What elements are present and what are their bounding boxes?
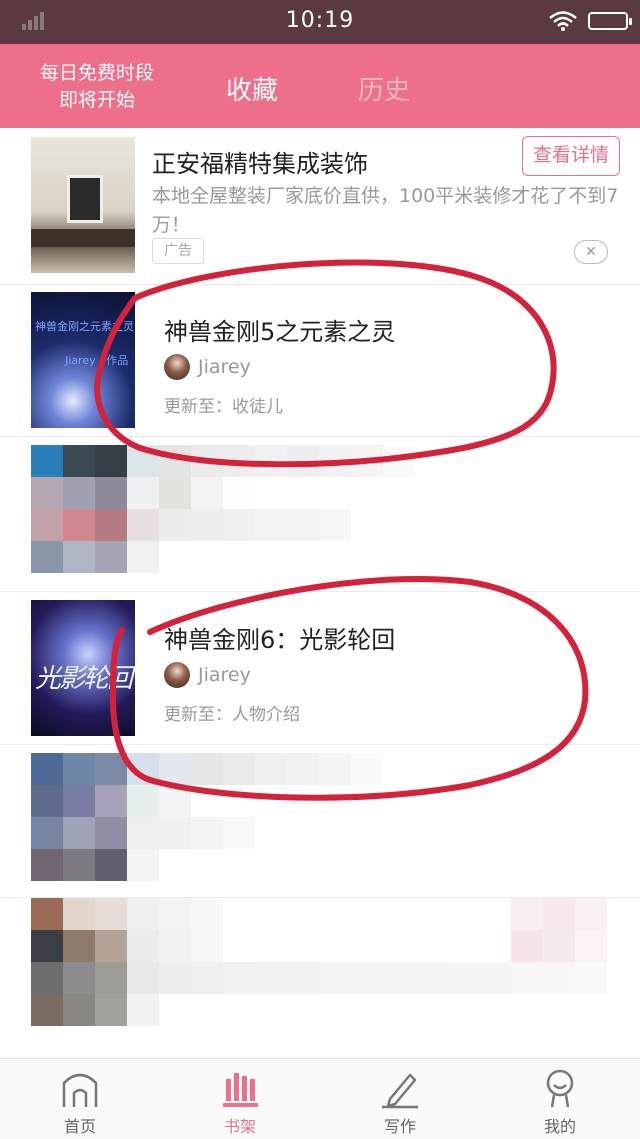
nav-label: 首页 [63, 1117, 96, 1136]
book-cover: 光影轮回 [31, 600, 135, 736]
promo-line-2: 即将开始 [58, 89, 135, 111]
author-name: Jiarey [198, 664, 251, 686]
book-title: 神兽金刚6：光影轮回 [164, 626, 396, 654]
nav-profile[interactable]: 我的 [480, 1059, 640, 1139]
blurred-book-item[interactable] [0, 898, 640, 1056]
cover-text: 光影轮回 [35, 664, 133, 694]
author-name: Jiarey [198, 356, 251, 378]
cover-text: 神兽金刚之元素之灵 [35, 320, 134, 333]
profile-icon [546, 1069, 574, 1108]
home-icon [62, 1073, 98, 1107]
cover-author-text: Jiarey / 作品 [65, 354, 129, 367]
update-status: 更新至：人物介绍 [164, 705, 300, 725]
wifi-icon [549, 11, 577, 31]
blurred-book-item[interactable] [0, 437, 640, 592]
avatar [164, 662, 190, 688]
ad-title: 正安福精特集成装饰 [152, 150, 368, 178]
blurred-content [31, 445, 415, 573]
blurred-content [31, 898, 607, 1026]
book-item[interactable]: 神兽金刚之元素之灵 Jiarey / 作品 神兽金刚5之元素之灵 Jiarey … [0, 284, 640, 437]
bottom-navigation: 首页 书架 写作 我的 [0, 1058, 640, 1139]
nav-bookshelf[interactable]: 书架 [160, 1059, 320, 1139]
nav-label: 书架 [223, 1117, 256, 1136]
header-bar: 每日免费时段 即将开始 收藏 历史 [0, 44, 640, 128]
update-status: 更新至：收徒儿 [164, 397, 283, 417]
book-author: Jiarey [164, 354, 251, 380]
blurred-content [31, 753, 415, 881]
blurred-book-item[interactable] [0, 745, 640, 898]
free-period-promo[interactable]: 每日免费时段 即将开始 [22, 60, 172, 114]
ad-description: 本地全屋整装厂家底价直供，100平米装修才花了不到7万！ [152, 185, 619, 236]
promo-line-1: 每日免费时段 [39, 62, 154, 84]
pen-icon [382, 1073, 418, 1109]
close-icon[interactable]: ✕ [574, 240, 608, 264]
nav-label: 写作 [383, 1117, 416, 1136]
book-author: Jiarey [164, 662, 251, 688]
book-title: 神兽金刚5之元素之灵 [164, 318, 396, 346]
bookshelf-icon [223, 1073, 258, 1107]
tab-favorites[interactable]: 收藏 [226, 70, 278, 107]
nav-write[interactable]: 写作 [320, 1059, 480, 1139]
ad-item[interactable]: 正安福精特集成装饰 查看详情 本地全屋整装厂家底价直供，100平米装修才花了不到… [0, 128, 640, 285]
nav-home[interactable]: 首页 [0, 1059, 160, 1139]
tab-history[interactable]: 历史 [358, 70, 410, 107]
book-cover: 神兽金刚之元素之灵 Jiarey / 作品 [31, 292, 135, 428]
avatar [164, 354, 190, 380]
nav-label: 我的 [543, 1117, 576, 1136]
book-item[interactable]: 光影轮回 神兽金刚6：光影轮回 Jiarey 更新至：人物介绍 [0, 592, 640, 745]
status-time: 10:19 [285, 8, 355, 33]
view-details-button[interactable]: 查看详情 [522, 136, 620, 176]
ad-image [31, 137, 135, 273]
status-bar: 10:19 [0, 0, 640, 44]
battery-icon [588, 12, 632, 30]
ad-tag: 广告 [152, 238, 204, 264]
